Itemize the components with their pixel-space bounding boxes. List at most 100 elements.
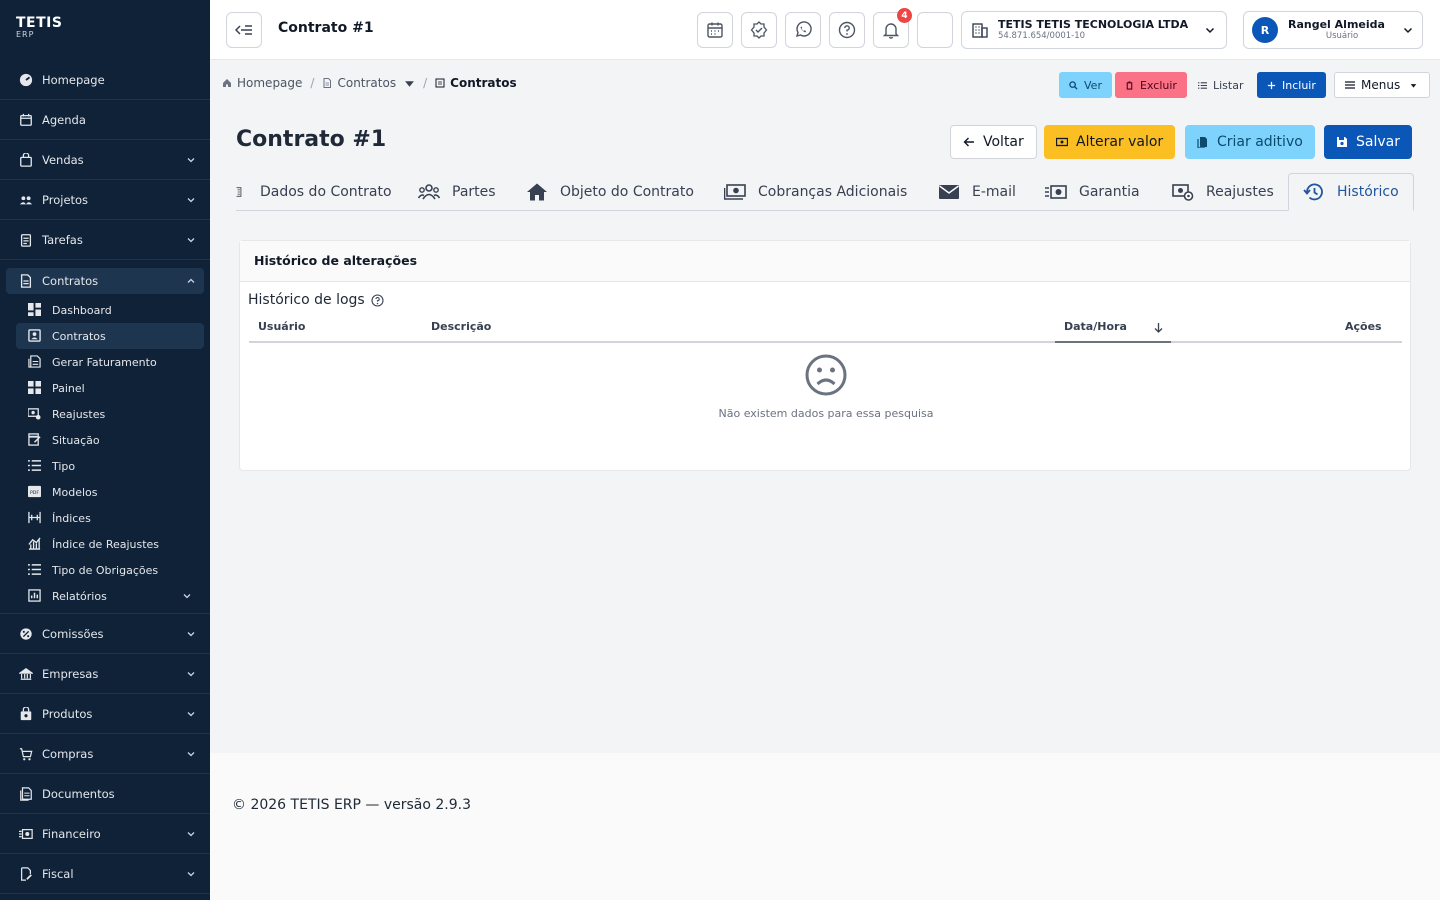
submenu-item-label: Modelos [52,485,98,499]
user-menu[interactable]: R Rangel Almeida Usuário [1243,11,1423,49]
submenu-item-contratos[interactable]: Contratos [16,323,204,349]
create-addendum-button[interactable]: Criar aditivo [1185,125,1315,159]
sidebar-item-empresas[interactable]: Empresas [0,654,210,694]
sidebar-item-financeiro[interactable]: Financeiro [0,814,210,854]
submenu-item-modelos[interactable]: PDF Modelos [16,479,204,505]
sidebar: TETIS ERP Homepage Agenda Vendas Projeto… [0,0,210,900]
tab-historico[interactable]: Histórico [1288,173,1414,211]
chevron-down-icon [186,869,196,879]
add-button[interactable]: Incluir [1257,72,1326,98]
sidebar-item-produtos[interactable]: Produtos [0,694,210,734]
column-header-usuario[interactable]: Usuário [258,320,306,333]
menus-dropdown[interactable]: Menus [1334,72,1430,98]
tab-email[interactable]: E-mail [938,173,1016,211]
submenu-item-tipo-obrigacoes[interactable]: Tipo de Obrigações [16,557,204,583]
document-icon [322,78,337,88]
column-header-data-hora-label: Data/Hora [1064,320,1127,333]
column-header-data-hora[interactable]: Data/Hora [1055,313,1171,343]
chevron-down-icon [186,235,196,245]
chevron-up-icon [186,276,196,286]
collapse-sidebar-button[interactable] [226,12,262,48]
change-value-label: Alterar valor [1076,134,1164,150]
sad-face-icon [804,353,848,397]
breadcrumb-current: Contratos [450,76,517,90]
chart-icon [28,537,42,551]
sidebar-submenu-contratos: Dashboard Contratos Gerar Faturamento Pa… [0,294,210,609]
submenu-item-tipo[interactable]: Tipo [16,453,204,479]
change-value-button[interactable]: Alterar valor [1044,125,1176,159]
add-button-label: Incluir [1282,78,1316,92]
sidebar-item-tarefas[interactable]: Tarefas [0,220,210,260]
breadcrumb-parent[interactable]: Contratos [337,76,396,90]
list-button-label: Listar [1213,78,1244,92]
help-button[interactable] [829,12,865,48]
tab-garantia[interactable]: Garantia [1045,173,1140,211]
tab-bar: Dados do Contrato Partes Objeto do Contr… [236,173,1414,211]
back-button[interactable]: Voltar [950,125,1037,159]
calendar-icon [706,21,724,39]
brand-name: TETIS [16,15,63,31]
submenu-item-reajustes[interactable]: Reajustes [16,401,204,427]
save-button-label: Salvar [1356,134,1400,150]
brand-logo[interactable]: TETIS ERP [0,0,210,60]
contract-icon [435,78,450,88]
breadcrumb-home[interactable]: Homepage [237,76,302,90]
submenu-item-painel[interactable]: Painel [16,375,204,401]
notifications-button[interactable]: 4 [873,8,912,48]
sidebar-item-documentos[interactable]: Documentos [0,774,210,814]
box-icon [18,706,34,722]
tab-objeto-contrato[interactable]: Objeto do Contrato [526,173,694,211]
home-icon [222,78,237,88]
submenu-item-gerar-faturamento[interactable]: Gerar Faturamento [16,349,204,375]
bell-icon [882,21,900,39]
tab-dados-contrato[interactable]: Dados do Contrato [236,173,392,211]
document-icon [18,273,34,289]
calendar-button[interactable] [697,12,733,48]
dark-mode-toggle[interactable] [917,12,953,48]
tab-cobrancas-adicionais[interactable]: Cobranças Adicionais [724,173,907,211]
column-header-descricao[interactable]: Descrição [431,320,491,333]
sidebar-item-contratos[interactable]: Contratos [6,268,204,294]
whatsapp-button[interactable] [785,12,821,48]
chevron-down-icon [186,669,196,679]
footer-text: © 2026 TETIS ERP — versão 2.9.3 [232,797,472,813]
help-icon[interactable] [365,293,384,307]
verified-button[interactable] [741,12,777,48]
user-role: Usuário [1325,31,1359,41]
brand-sub: ERP [16,30,35,39]
tab-reajustes[interactable]: Reajustes [1172,173,1274,211]
submenu-item-situacao[interactable]: Situação [16,427,204,453]
submenu-item-label: Relatórios [52,589,107,603]
submenu-item-relatorios[interactable]: Relatórios [16,583,204,609]
sidebar-item-projetos[interactable]: Projetos [0,180,210,220]
column-header-acoes: Ações [1345,320,1382,333]
caret-down-icon[interactable] [404,78,415,89]
tab-partes[interactable]: Partes [418,173,496,211]
money-icon [724,183,758,201]
sidebar-item-label: Comissões [42,626,104,641]
submenu-item-label: Tipo [52,459,76,473]
submenu-item-indice-reajustes[interactable]: Índice de Reajustes [16,531,204,557]
invoice-icon [28,355,42,369]
list-button[interactable]: Listar [1188,72,1254,98]
breadcrumb-separator: / [310,76,315,90]
tab-label: E-mail [972,184,1016,200]
submenu-item-label: Dashboard [52,303,112,317]
sidebar-item-fiscal[interactable]: Fiscal [0,854,210,894]
submenu-item-label: Painel [52,381,85,395]
create-addendum-label: Criar aditivo [1217,134,1303,150]
company-selector[interactable]: TETIS TETIS TECNOLOGIA LTDA 54.871.654/0… [961,11,1227,49]
view-button[interactable]: Ver [1059,72,1112,98]
sidebar-item-compras[interactable]: Compras [0,734,210,774]
delete-button[interactable]: Excluir [1115,72,1187,98]
empty-state-text: Não existem dados para essa pesquisa [718,407,934,420]
submenu-item-indices[interactable]: Índices [16,505,204,531]
sidebar-item-vendas[interactable]: Vendas [0,140,210,180]
sidebar-item-comissoes[interactable]: Comissões [0,614,210,654]
sidebar-item-agenda[interactable]: Agenda [0,100,210,140]
sidebar-item-homepage[interactable]: Homepage [0,60,210,100]
save-button[interactable]: Salvar [1324,125,1412,159]
save-icon [1336,136,1356,148]
building-icon [18,666,34,682]
submenu-item-dashboard[interactable]: Dashboard [16,297,204,323]
